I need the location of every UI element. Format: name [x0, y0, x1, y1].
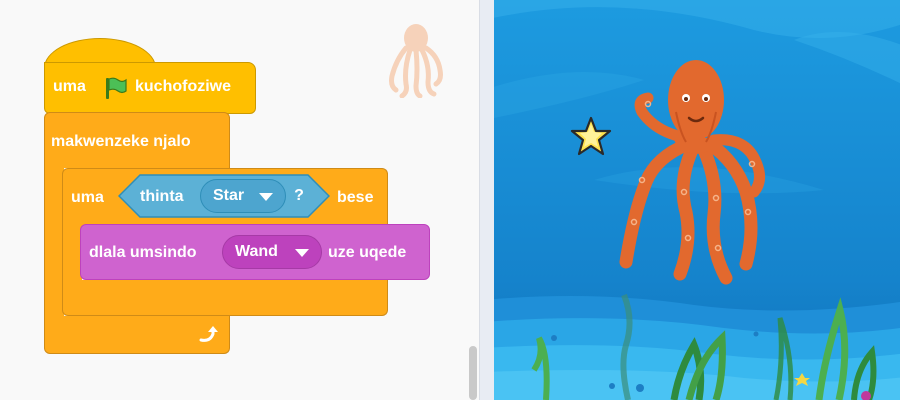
code-area-scrollbar-track[interactable]	[464, 0, 479, 400]
play-sound-until-done-block[interactable]: dlala umsindo Wand uze uqede	[80, 224, 430, 280]
forever-block[interactable]: makwenzeke njalo	[44, 112, 230, 168]
hat-block-label-before: uma	[53, 78, 86, 95]
hat-block-label-after: kuchofoziwe	[135, 78, 232, 95]
touching-target-dropdown[interactable]: Star	[200, 179, 286, 213]
touching-target-value: Star	[213, 187, 245, 204]
touching-question-mark: ?	[294, 187, 304, 204]
if-block-suffix: bese	[337, 189, 374, 206]
chevron-down-icon	[259, 193, 273, 201]
sprite-thumbnail-octopus	[389, 24, 443, 98]
when-flag-clicked-block[interactable]: uma kuchofoziwe	[44, 62, 256, 114]
octopus-sprite[interactable]	[606, 52, 776, 292]
code-area-scrollbar-thumb[interactable]	[469, 346, 477, 400]
chevron-down-icon	[295, 249, 309, 257]
sound-block-suffix: uze uqede	[328, 244, 407, 261]
if-block-prefix: uma	[71, 189, 104, 206]
touching-block-label: thinta	[140, 188, 184, 205]
sound-dropdown[interactable]: Wand	[222, 235, 322, 269]
if-block-bottom	[62, 280, 388, 316]
code-area[interactable]: uma kuchofoziwe makwenzeke njalo uma bes…	[0, 0, 479, 400]
forever-block-label: makwenzeke njalo	[51, 133, 191, 150]
forever-block-arm	[44, 166, 64, 318]
stage[interactable]	[494, 0, 900, 400]
green-flag-icon	[106, 77, 127, 99]
sound-value: Wand	[235, 243, 278, 260]
sound-block-prefix: dlala umsindo	[89, 244, 197, 261]
loop-arrow-icon	[199, 326, 218, 342]
pane-divider	[479, 0, 494, 400]
if-block-arm	[62, 224, 82, 282]
